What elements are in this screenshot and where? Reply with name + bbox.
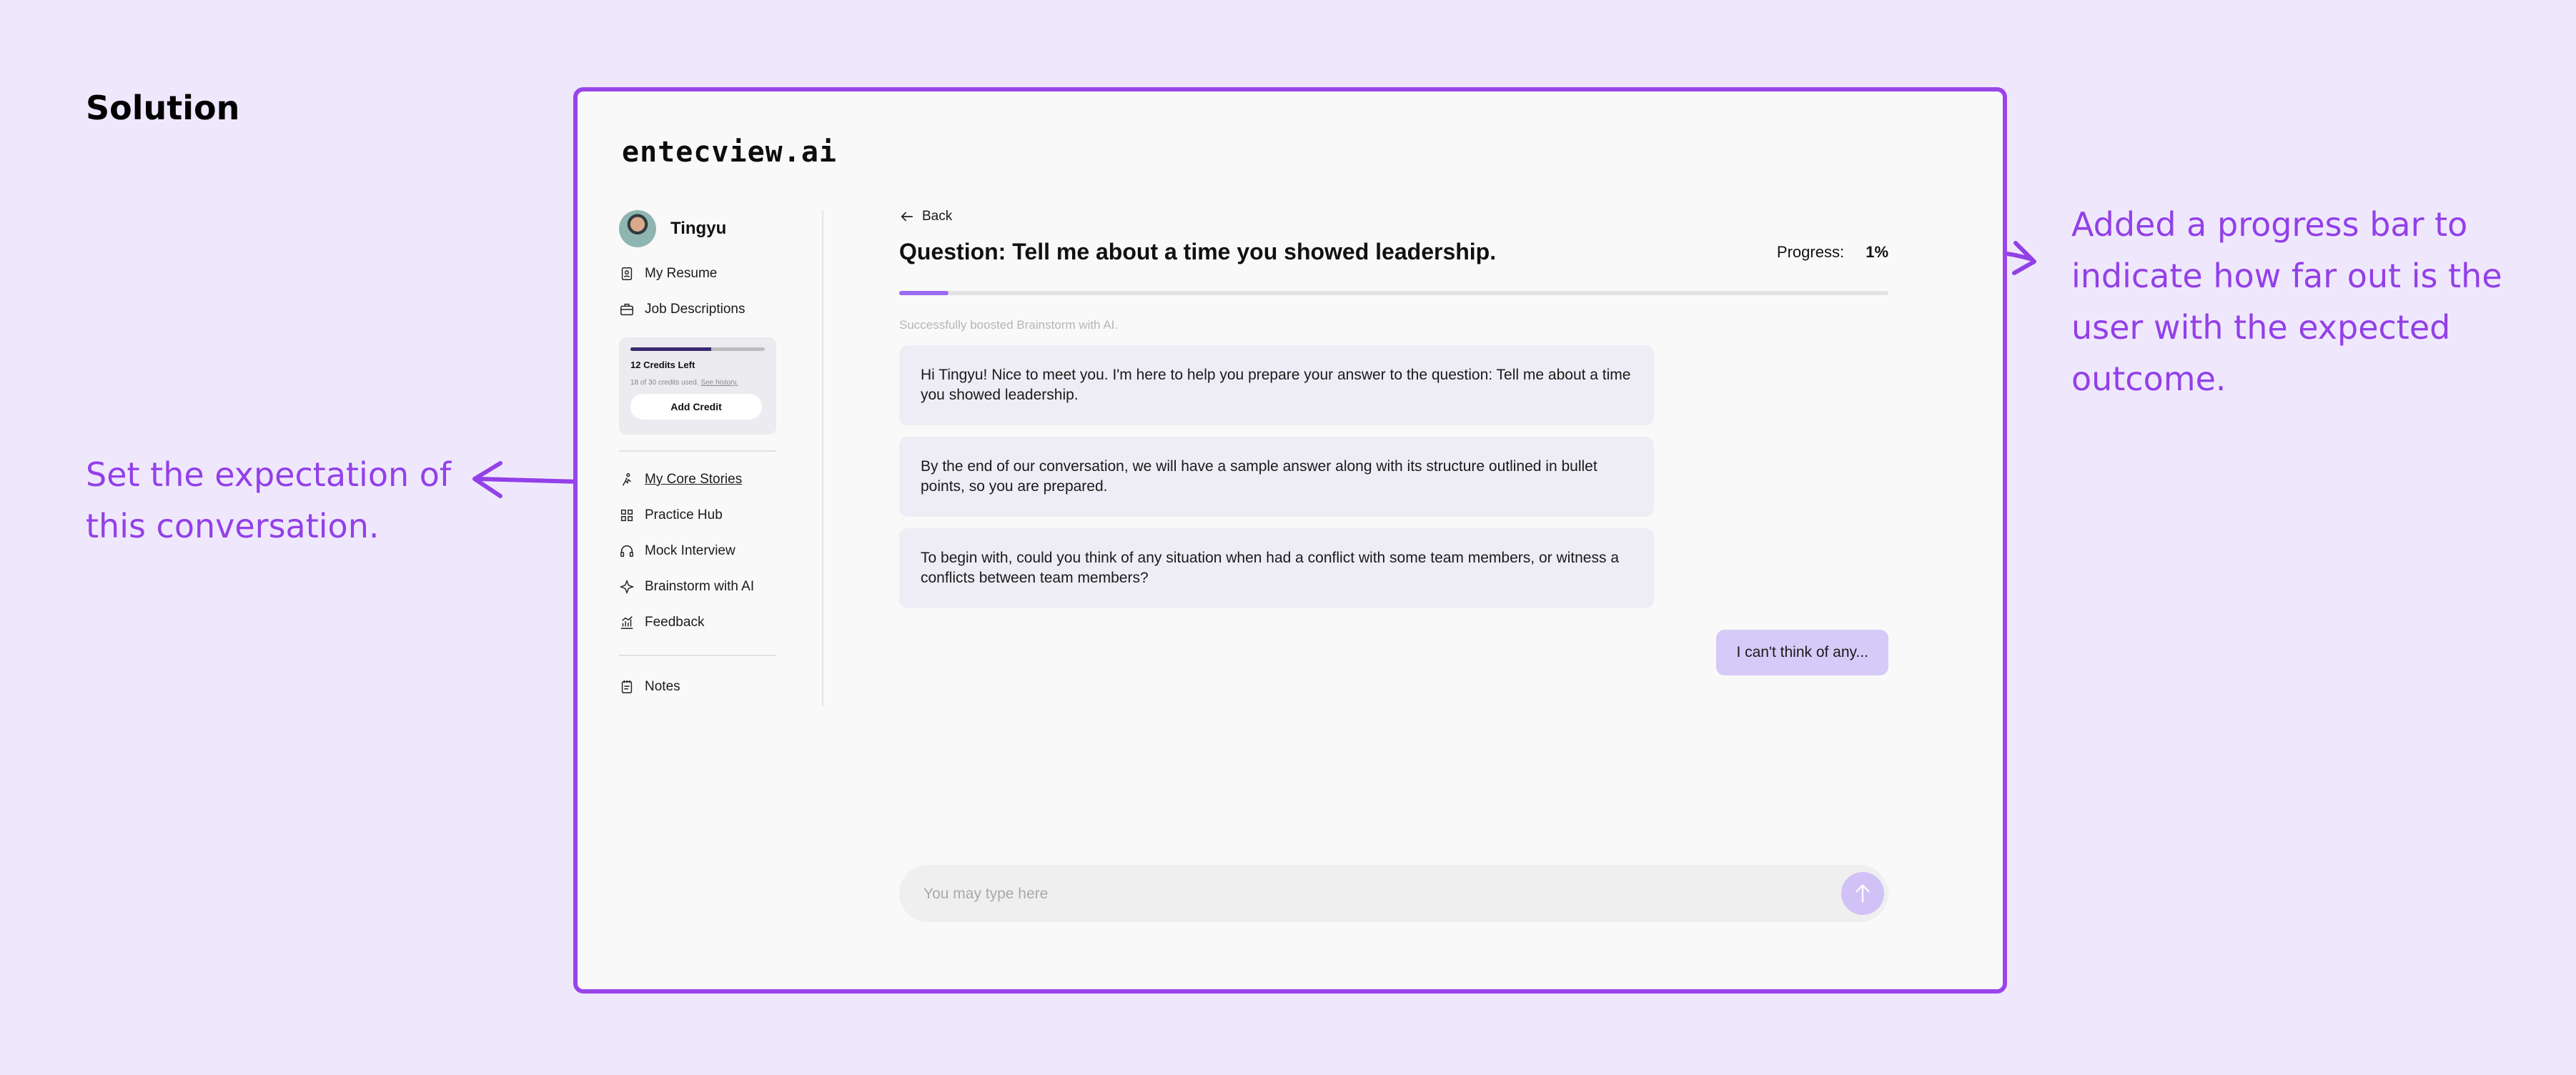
user-message-row: I can't think of any...: [899, 630, 1888, 675]
send-button[interactable]: [1841, 872, 1884, 915]
avatar: [619, 210, 656, 247]
sidebar-divider-bottom: [619, 655, 776, 656]
progress-bar-fill: [899, 291, 949, 295]
arrow-up-icon: [1856, 884, 1870, 903]
sparkle-icon: [619, 579, 635, 595]
resume-icon: [619, 266, 635, 282]
credits-used-text: 18 of 30 credits used. See history.: [630, 379, 738, 387]
sidebar-item-my-resume[interactable]: My Resume: [619, 256, 776, 292]
briefcase-icon: [619, 302, 635, 317]
credits-usage-fill: [630, 347, 711, 351]
question-title: Question: Tell me about a time you showe…: [899, 239, 1497, 264]
sidebar-item-my-core-stories[interactable]: My Core Stories: [619, 462, 776, 497]
progress-label: Progress:: [1776, 242, 1845, 261]
sidebar-item-job-descriptions[interactable]: Job Descriptions: [619, 292, 776, 327]
back-label: Back: [922, 209, 953, 224]
notes-icon: [619, 679, 635, 695]
stories-icon: [619, 472, 635, 487]
chart-icon: [619, 615, 635, 630]
sidebar-item-mock-interview[interactable]: Mock Interview: [619, 533, 776, 569]
sidebar-separator: [822, 210, 823, 706]
see-history-link[interactable]: See history.: [700, 379, 738, 387]
add-credit-button[interactable]: Add Credit: [630, 394, 762, 420]
ai-message: By the end of our conversation, we will …: [899, 437, 1654, 517]
sidebar-item-practice-hub[interactable]: Practice Hub: [619, 497, 776, 533]
headset-icon: [619, 543, 635, 559]
question-header: Question: Tell me about a time you showe…: [899, 239, 1888, 265]
progress-readout: Progress: 1%: [1777, 243, 1888, 262]
credits-usage-bar: [630, 347, 765, 351]
sidebar-divider: [619, 450, 776, 452]
app-logo: entecview.ai: [622, 136, 837, 169]
sidebar: Tingyu My Resume Job Descriptions 12 Cre…: [619, 209, 776, 705]
chat-panel: Back Question: Tell me about a time you …: [899, 209, 1888, 675]
back-button[interactable]: Back: [899, 209, 1888, 224]
ai-message: To begin with, could you think of any si…: [899, 528, 1654, 608]
credits-card: 12 Credits Left 18 of 30 credits used. S…: [619, 337, 776, 435]
sidebar-item-brainstorm-with-ai[interactable]: Brainstorm with AI: [619, 569, 776, 605]
annotation-left: Set the expectation of this conversation…: [86, 455, 452, 545]
status-message: Successfully boosted Brainstorm with AI.: [899, 318, 1119, 332]
user-profile[interactable]: Tingyu: [619, 209, 776, 249]
ai-message: Hi Tingyu! Nice to meet you. I'm here to…: [899, 345, 1654, 425]
arrow-left-icon: [901, 212, 913, 222]
credits-left-label: 12 Credits Left: [630, 360, 695, 370]
slide-title: Solution: [86, 89, 240, 127]
progress-value: 1%: [1866, 242, 1888, 261]
sidebar-item-notes[interactable]: Notes: [619, 669, 776, 705]
user-name: Tingyu: [670, 219, 727, 238]
sidebar-item-feedback[interactable]: Feedback: [619, 605, 776, 640]
user-message: I can't think of any...: [1716, 630, 1888, 675]
annotation-right: Added a progress bar to indicate how far…: [2071, 205, 2502, 398]
message-input[interactable]: [922, 878, 1783, 911]
arrowhead-right: [2012, 241, 2036, 275]
progress-bar: [899, 291, 1888, 295]
grid-icon: [619, 507, 635, 523]
message-composer: [899, 865, 1888, 922]
app-window: entecview.ai Tingyu My Resume Job Descri…: [573, 87, 2007, 994]
